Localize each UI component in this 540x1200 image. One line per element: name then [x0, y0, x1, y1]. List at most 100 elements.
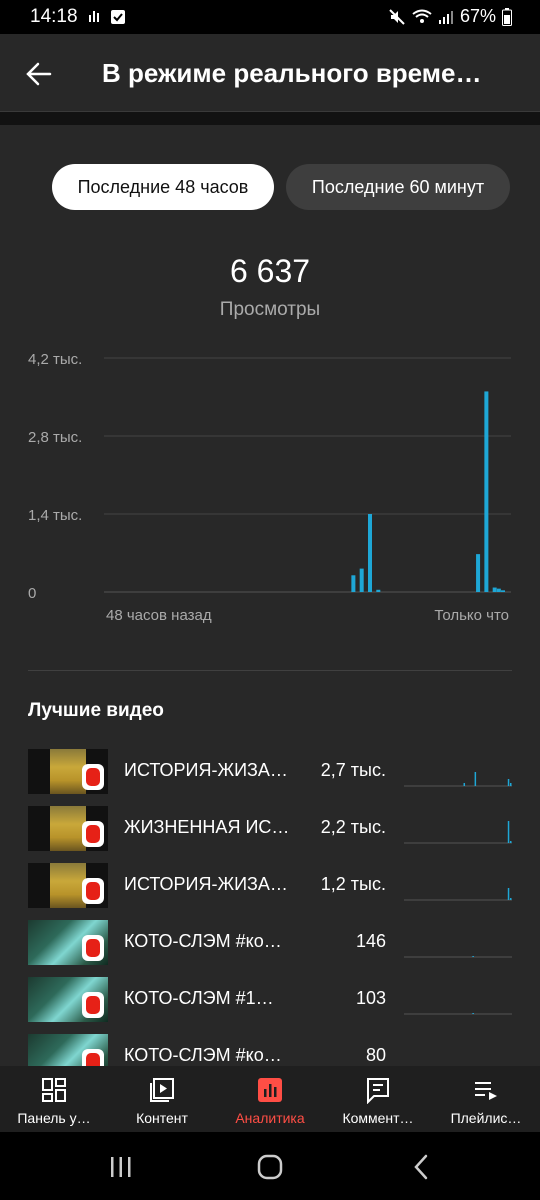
y-tick-label: 0	[28, 585, 36, 602]
chart-bar[interactable]	[484, 391, 489, 592]
x-end-label: Только что	[434, 607, 509, 624]
video-title: КОТО-СЛЭМ #1…	[124, 988, 274, 1008]
chip-last-60-minutes[interactable]: Последние 60 минут	[286, 164, 510, 210]
page-title: В режиме реального време…	[102, 58, 482, 88]
home-icon	[257, 1154, 283, 1180]
spark-bar	[507, 888, 510, 900]
views-chart: 4,2 тыс. 2,8 тыс. 1,4 тыс. 0 48 часов назад Т…	[28, 351, 511, 624]
shorts-icon	[82, 1049, 104, 1066]
video-row[interactable]: КОТО-СЛЭМ #ко… 146	[0, 914, 540, 971]
video-row[interactable]: ИСТОРИЯ-ЖИЗА… 1,2 тыс.	[0, 857, 540, 914]
thumbnail-image	[50, 863, 86, 908]
x-start-label: 48 часов назад	[106, 607, 212, 624]
video-thumbnail	[28, 806, 108, 851]
analytics-icon	[258, 1078, 282, 1102]
nav-item-comments[interactable]: Коммент…	[324, 1066, 432, 1132]
chart-bar[interactable]	[351, 575, 356, 592]
thumbnail-image	[50, 806, 86, 851]
video-row[interactable]: КОТО-СЛЭМ #1… 103	[0, 971, 540, 1028]
video-sparkline	[404, 821, 512, 844]
back-nav-button[interactable]	[406, 1152, 436, 1182]
spark-bar	[507, 779, 510, 786]
chart-bar[interactable]	[368, 514, 372, 592]
recent-apps-button[interactable]	[106, 1152, 136, 1182]
nav-item-dashboard[interactable]: Панель у…	[0, 1066, 108, 1132]
chart-bar[interactable]	[376, 589, 381, 592]
shorts-icon	[82, 764, 104, 790]
realtime-panel: Последние 48 часов Последние 60 минут 6 …	[0, 125, 540, 1066]
y-tick-label: 4,2 тыс.	[28, 351, 82, 368]
arrow-left-icon	[26, 62, 52, 86]
video-title: ИСТОРИЯ-ЖИЗА…	[124, 760, 288, 780]
y-tick-label: 1,4 тыс.	[28, 507, 82, 524]
video-row[interactable]: ИСТОРИЯ-ЖИЗА… 2,7 тыс.	[0, 743, 540, 800]
shorts-icon	[82, 878, 104, 904]
video-sparkline	[404, 1013, 512, 1015]
thumbnail-image	[50, 749, 86, 794]
video-row[interactable]: КОТО-СЛЭМ #ко… 80	[0, 1028, 540, 1066]
chart-bar[interactable]	[492, 587, 497, 592]
spark-bar	[474, 772, 477, 786]
battery-icon	[502, 7, 512, 26]
chip-last-48-hours[interactable]: Последние 48 часов	[52, 164, 274, 210]
shorts-icon	[82, 992, 104, 1018]
spark-bar	[510, 783, 512, 786]
back-button[interactable]	[20, 54, 60, 94]
top-videos-title: Лучшие видео	[28, 700, 164, 721]
header-divider	[0, 112, 540, 125]
video-sparkline	[404, 888, 512, 901]
chart-bar[interactable]	[476, 554, 481, 592]
video-thumbnail	[28, 863, 108, 908]
battery-percent: 67%	[459, 6, 496, 26]
signal-icon	[438, 10, 453, 24]
spark-bar	[507, 821, 510, 843]
video-title: ЖИЗНЕННАЯ ИС…	[124, 817, 290, 837]
views-total: 6 637	[229, 253, 311, 289]
video-row[interactable]: ЖИЗНЕННАЯ ИС… 2,2 тыс.	[0, 800, 540, 857]
video-thumbnail	[28, 749, 108, 794]
nav-label: Коммент…	[342, 1110, 414, 1126]
nav-item-playlist[interactable]: Плейлис…	[432, 1066, 540, 1132]
nav-item-analytics[interactable]: Аналитика	[216, 1066, 324, 1132]
nav-item-content[interactable]: Контент	[108, 1066, 216, 1132]
comments-icon	[367, 1078, 389, 1104]
chart-bar[interactable]	[501, 590, 505, 592]
status-bar: 14:18 67%	[0, 0, 540, 34]
recent-apps-icon	[111, 1157, 131, 1177]
nav-label: Плейлис…	[450, 1110, 522, 1126]
nav-label: Аналитика	[235, 1110, 305, 1126]
y-tick-label: 2,8 тыс.	[28, 429, 82, 446]
video-views: 80	[365, 1045, 386, 1065]
spark-bar	[472, 1013, 474, 1014]
system-navigation	[0, 1132, 540, 1200]
chart-bar[interactable]	[496, 588, 501, 592]
nav-label: Панель у…	[17, 1110, 91, 1126]
video-title: КОТО-СЛЭМ #ко…	[124, 1045, 282, 1065]
section-divider	[28, 670, 512, 671]
video-thumbnail	[28, 920, 108, 965]
video-title: КОТО-СЛЭМ #ко…	[124, 931, 282, 951]
dashboard-icon	[42, 1078, 66, 1102]
video-views: 103	[355, 988, 386, 1008]
top-videos-list: ИСТОРИЯ-ЖИЗА… 2,7 тыс. ЖИЗНЕННАЯ ИС… 2,2 ты…	[0, 743, 540, 1066]
check-square-icon	[111, 10, 125, 24]
chevron-left-icon	[414, 1154, 428, 1180]
playlist-icon	[475, 1082, 497, 1100]
spark-bar	[510, 841, 512, 843]
video-sparkline	[404, 956, 512, 958]
spark-bar	[463, 783, 466, 786]
mute-icon	[389, 8, 405, 25]
shorts-icon	[82, 935, 104, 961]
video-thumbnail	[28, 1034, 108, 1066]
wifi-icon	[412, 9, 432, 23]
video-views: 1,2 тыс.	[320, 874, 386, 894]
video-sparkline	[404, 772, 512, 787]
spark-bar	[510, 898, 512, 900]
home-button[interactable]	[255, 1152, 285, 1182]
status-time: 14:18	[30, 6, 78, 27]
video-thumbnail	[28, 977, 108, 1022]
views-label: Просмотры	[219, 299, 321, 320]
chart-bar[interactable]	[359, 568, 364, 592]
shorts-icon	[82, 821, 104, 847]
video-views: 2,7 тыс.	[320, 760, 386, 780]
